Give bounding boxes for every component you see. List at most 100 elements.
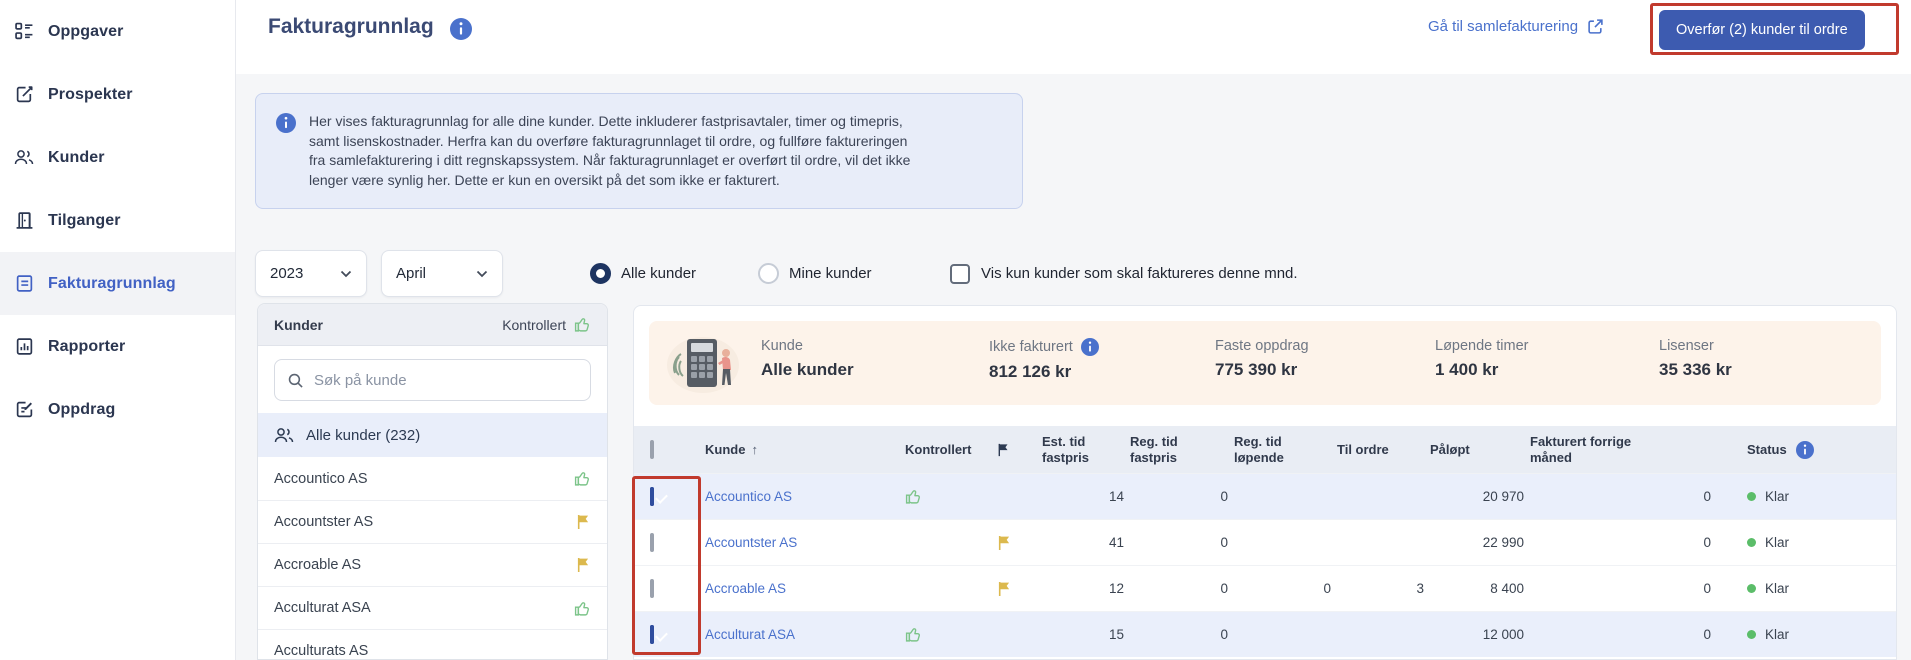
- column-status: Status: [1717, 441, 1880, 459]
- title-info-icon[interactable]: [450, 18, 472, 40]
- sidebar-item-label: Prospekter: [48, 86, 133, 104]
- stat-label: Løpende timer: [1435, 338, 1529, 354]
- thumbs-up-icon: [905, 488, 922, 505]
- reg-tid-fastpris-value: 0: [1130, 627, 1234, 642]
- customer-link[interactable]: Accountico AS: [705, 489, 897, 504]
- status-info-icon[interactable]: [1796, 441, 1814, 459]
- samlefakturering-link[interactable]: Gå til samlefakturering: [1428, 18, 1604, 35]
- year-select-value: 2023: [270, 265, 303, 282]
- row-checkbox[interactable]: [650, 579, 654, 598]
- sidebar-item-oppgaver[interactable]: Oppgaver: [0, 0, 235, 63]
- radio-selected-icon[interactable]: [590, 263, 611, 284]
- palopt-value: 8 400: [1430, 581, 1530, 596]
- customer-marker: [576, 557, 591, 573]
- customer-list-item[interactable]: Accountster AS: [258, 500, 607, 543]
- summary-customer-value: Alle kunder: [761, 360, 854, 380]
- people-icon: [274, 427, 294, 444]
- table-row[interactable]: Accroable AS 12 0 0 3 8 400 0 Klar: [634, 565, 1896, 611]
- customer-marker: [574, 600, 591, 617]
- status-dot-icon: [1747, 584, 1756, 593]
- customer-name: Accountster AS: [274, 514, 373, 530]
- sidebar-item-fakturagrunnlag[interactable]: Fakturagrunnlag: [0, 252, 235, 315]
- row-checkbox[interactable]: [650, 625, 654, 644]
- kontrollert-cell: [897, 626, 997, 643]
- table-row[interactable]: Acculturat ASA 15 0 12 000 0 Klar: [634, 611, 1896, 657]
- customer-list-item[interactable]: Accountico AS: [258, 457, 607, 500]
- fakturert-forrige-value: 0: [1530, 535, 1717, 550]
- sidebar-item-kunder[interactable]: Kunder: [0, 126, 235, 189]
- select-all-checkbox[interactable]: [650, 440, 654, 459]
- month-select[interactable]: April: [381, 250, 503, 297]
- summary-banner: Kunde Alle kunder Ikke fakturert 812 126…: [649, 321, 1881, 405]
- info-icon[interactable]: [1081, 338, 1099, 356]
- reg-tid-fastpris-value: 0: [1130, 489, 1234, 504]
- reg-tid-fastpris-value: 0: [1130, 581, 1234, 596]
- status-label: Klar: [1765, 581, 1789, 596]
- customer-link[interactable]: Accountster AS: [705, 535, 897, 550]
- flag-icon: [576, 557, 591, 573]
- row-checkbox[interactable]: [650, 487, 654, 506]
- table-row[interactable]: Accountster AS 41 0 22 990 0 Klar: [634, 519, 1896, 565]
- customer-marker: [576, 514, 591, 530]
- status-label: Klar: [1765, 627, 1789, 642]
- sort-ascending-icon: ↑: [751, 442, 758, 457]
- chevron-down-icon: [476, 270, 488, 278]
- stat-lisenser: Lisenser 35 336 kr: [1659, 338, 1732, 380]
- status-cell: Klar: [1717, 489, 1880, 504]
- status-cell: Klar: [1717, 581, 1880, 596]
- radio-unselected-icon[interactable]: [758, 263, 779, 284]
- customer-name: Accroable AS: [274, 557, 361, 573]
- palopt-value: 22 990: [1430, 535, 1530, 550]
- sidebar-item-prospekter[interactable]: Prospekter: [0, 63, 235, 126]
- customer-list-item[interactable]: Acculturats AS: [258, 629, 607, 660]
- sidebar-item-rapporter[interactable]: Rapporter: [0, 315, 235, 378]
- fakturert-forrige-value: 0: [1530, 627, 1717, 642]
- summary-customer: Kunde Alle kunder: [761, 338, 854, 380]
- stat-value: 812 126 kr: [989, 362, 1099, 382]
- radio-all-customers[interactable]: Alle kunder: [590, 250, 696, 297]
- search-icon: [287, 372, 304, 389]
- sidebar: Oppgaver Prospekter Kunder: [0, 0, 236, 660]
- thumbs-up-icon: [574, 316, 591, 333]
- stat-ikke-fakturert: Ikke fakturert 812 126 kr: [989, 338, 1099, 382]
- table-row[interactable]: Accountico AS 14 0 20 970 0 Klar: [634, 473, 1896, 519]
- flag-icon: [997, 535, 1042, 551]
- til-ordre-value: 3: [1337, 581, 1430, 596]
- transfer-to-order-button[interactable]: Overfør (2) kunder til ordre: [1659, 10, 1865, 50]
- all-customers-item[interactable]: Alle kunder (232): [258, 413, 607, 457]
- sidebar-item-label: Oppdrag: [48, 401, 115, 419]
- column-reg-tid-fastpris: Reg. tid fastpris: [1130, 434, 1234, 465]
- invoice-basis-card: Kunde Alle kunder Ikke fakturert 812 126…: [633, 305, 1897, 660]
- stat-label: Lisenser: [1659, 338, 1732, 354]
- customer-link[interactable]: Accroable AS: [705, 581, 897, 596]
- column-kunde[interactable]: Kunde↑: [705, 442, 897, 458]
- flag-icon: [997, 443, 1042, 457]
- sidebar-item-label: Oppgaver: [48, 23, 124, 41]
- customer-link[interactable]: Acculturat ASA: [705, 627, 897, 642]
- customer-search[interactable]: [274, 359, 591, 401]
- stat-lopende-timer: Løpende timer 1 400 kr: [1435, 338, 1529, 380]
- sidebar-item-tilganger[interactable]: Tilganger: [0, 189, 235, 252]
- stat-label: Ikke fakturert: [989, 339, 1073, 355]
- monthly-filter-checkbox-row[interactable]: Vis kun kunder som skal faktureres denne…: [950, 250, 1298, 297]
- fakturert-forrige-value: 0: [1530, 581, 1717, 596]
- summary-customer-label: Kunde: [761, 338, 854, 354]
- customer-search-input[interactable]: [314, 372, 578, 389]
- monthly-filter-checkbox[interactable]: [950, 264, 970, 284]
- radio-my-customers[interactable]: Mine kunder: [758, 250, 872, 297]
- column-til-ordre: Til ordre: [1337, 442, 1430, 458]
- year-select[interactable]: 2023: [255, 250, 367, 297]
- sidebar-item-oppdrag[interactable]: Oppdrag: [0, 378, 235, 441]
- calculator-illustration: [663, 331, 743, 395]
- thumbs-up-icon: [574, 470, 591, 487]
- tasks-icon: [14, 22, 34, 42]
- customer-list-item[interactable]: Accroable AS: [258, 543, 607, 586]
- fakturert-forrige-value: 0: [1530, 489, 1717, 504]
- row-checkbox[interactable]: [650, 533, 654, 552]
- customer-list: Accountico AS Accountster AS Accroable A…: [258, 457, 607, 660]
- samlefakturering-link-label: Gå til samlefakturering: [1428, 18, 1578, 35]
- customer-list-item[interactable]: Acculturat ASA: [258, 586, 607, 629]
- app-window: Oppgaver Prospekter Kunder: [0, 0, 1911, 660]
- assignments-icon: [14, 400, 34, 420]
- invoice-basis-icon: [14, 274, 34, 294]
